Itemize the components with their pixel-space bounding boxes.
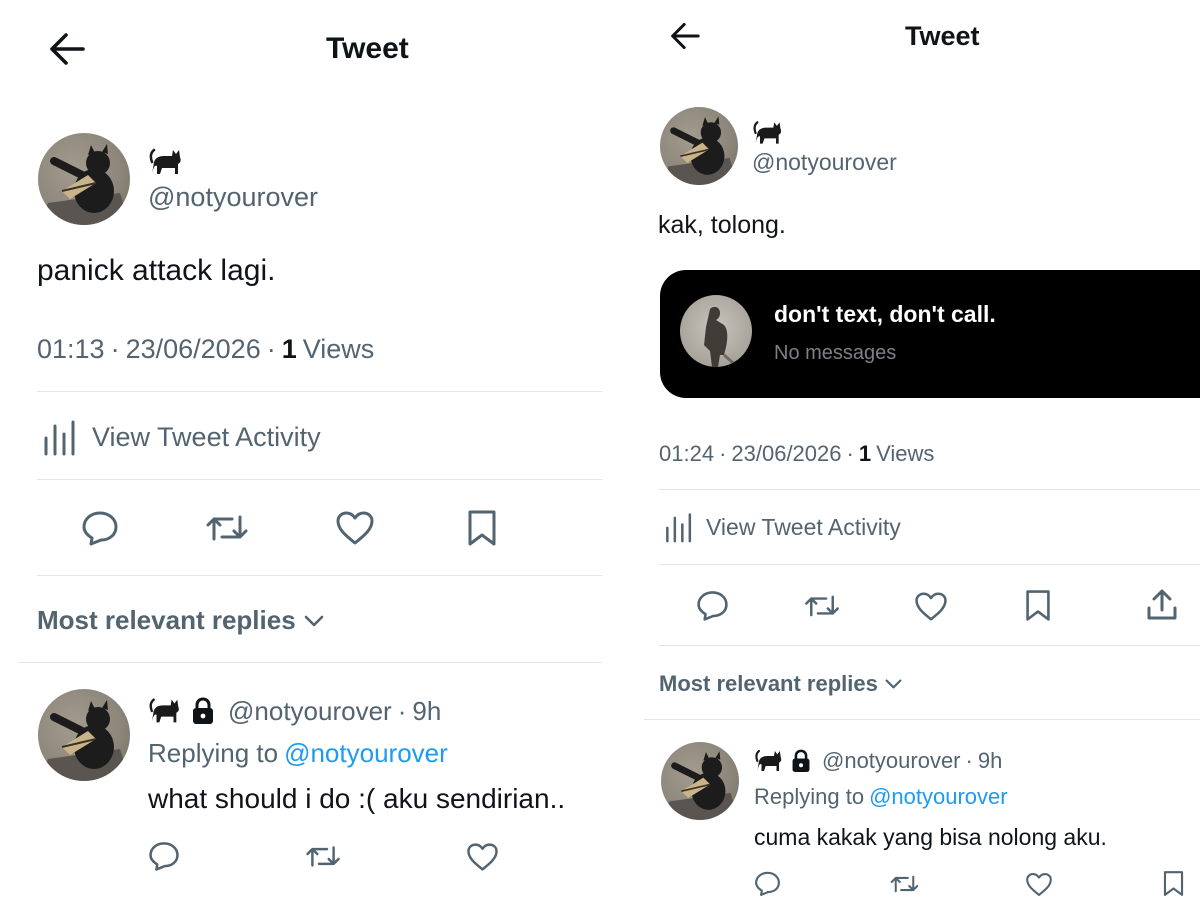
reply-header: @notyourover · 9h (148, 694, 441, 728)
replying-to: Replying to @notyourover (148, 738, 448, 769)
bookmark-icon[interactable] (1162, 870, 1185, 897)
chevron-down-icon (885, 678, 902, 690)
tweet-text: panick attack lagi. (37, 254, 276, 287)
like-icon[interactable] (914, 591, 948, 622)
like-icon[interactable] (335, 510, 375, 546)
chevron-down-icon (304, 614, 324, 628)
reply-time[interactable]: 9h (412, 696, 441, 727)
retweet-icon[interactable] (304, 841, 342, 872)
author-handle[interactable]: @notyourover (148, 182, 318, 213)
replies-sort-dropdown[interactable]: Most relevant replies (37, 605, 324, 636)
retweet-icon[interactable] (889, 871, 920, 897)
retweet-icon[interactable] (204, 509, 250, 547)
replies-sort-label: Most relevant replies (37, 605, 296, 635)
view-tweet-activity[interactable]: View Tweet Activity (42, 418, 321, 456)
view-tweet-activity-label: View Tweet Activity (706, 513, 901, 540)
like-icon[interactable] (1025, 872, 1053, 897)
meta-separator: · (965, 748, 973, 773)
cat-emoji-icon (753, 121, 782, 144)
header-title: Tweet (326, 32, 409, 65)
reply-handle[interactable]: @notyourover (822, 748, 961, 774)
like-icon[interactable] (466, 842, 499, 872)
reply-icon[interactable] (148, 840, 180, 872)
reply-handle[interactable]: @notyourover (228, 696, 392, 727)
dm-card-subtitle: No messages (774, 342, 897, 364)
replying-to-label: Replying to (148, 738, 279, 768)
replying-to-handle[interactable]: @notyourover (869, 784, 1008, 810)
divider (659, 645, 1200, 646)
divider (644, 719, 1200, 720)
view-tweet-activity[interactable]: View Tweet Activity (664, 511, 901, 543)
retweet-icon[interactable] (803, 590, 841, 622)
cat-emoji-icon (149, 148, 181, 174)
bar-chart-icon (42, 418, 78, 456)
bookmark-icon[interactable] (1024, 589, 1052, 622)
meta-separator: · (266, 334, 276, 364)
divider (37, 391, 602, 392)
meta-separator: · (397, 695, 407, 726)
tweet-date[interactable]: 23/06/2026 (126, 334, 261, 365)
view-tweet-activity-label: View Tweet Activity (92, 421, 321, 452)
views-count: 1 (281, 334, 297, 364)
replying-to: Replying to @notyourover (754, 784, 1008, 810)
views-count: 1 (858, 441, 872, 466)
replies-sort-label: Most relevant replies (659, 671, 878, 696)
bar-chart-icon (664, 511, 694, 543)
reply-icon[interactable] (754, 870, 781, 897)
lock-icon (190, 696, 216, 726)
avatar[interactable] (38, 133, 130, 225)
dm-card-avatar (680, 295, 752, 367)
author-handle[interactable]: @notyourover (752, 149, 897, 176)
views-label: Views (876, 441, 935, 466)
meta-separator: · (110, 334, 120, 364)
tweet-text: kak, tolong. (658, 211, 786, 239)
tweet-meta: 01:24 · 23/06/2026 · 1 Views (659, 441, 934, 467)
reply-header: @notyourover · 9h (754, 746, 1002, 776)
divider (659, 564, 1200, 565)
left-tweet-screen: Tweet @notyourover panick attack lagi. 0… (0, 0, 620, 900)
avatar[interactable] (660, 107, 738, 185)
replying-to-handle[interactable]: @notyourover (284, 738, 448, 769)
replying-to-label: Replying to (754, 784, 865, 809)
reply-avatar[interactable] (38, 689, 130, 781)
meta-separator: · (719, 441, 727, 466)
tweet-meta: 01:13 · 23/06/2026 · 1 Views (37, 334, 374, 365)
author-name-emoji (148, 144, 184, 185)
cat-emoji-icon (148, 694, 182, 728)
lock-icon (790, 748, 812, 774)
dm-card[interactable]: don't text, don't call. No messages (660, 270, 1200, 398)
divider (37, 479, 602, 480)
meta-separator: · (846, 441, 854, 466)
reply-avatar[interactable] (661, 742, 739, 820)
reply-icon[interactable] (696, 589, 729, 622)
reply-text: what should i do :( aku sendirian.. (148, 783, 566, 814)
divider (659, 489, 1200, 490)
cat-emoji-icon (754, 746, 784, 776)
header-title: Tweet (905, 21, 980, 51)
tweet-time[interactable]: 01:24 (659, 441, 714, 467)
right-tweet-screen: Tweet @notyourover kak, tolong. don't te… (640, 0, 1200, 900)
reply-icon[interactable] (81, 509, 119, 547)
divider (18, 662, 602, 663)
tweet-time[interactable]: 01:13 (37, 334, 105, 365)
back-arrow-icon[interactable] (48, 32, 86, 66)
reply-time[interactable]: 9h (978, 748, 1002, 774)
views-label: Views (302, 334, 375, 364)
share-icon[interactable] (1145, 588, 1179, 622)
tweet-date[interactable]: 23/06/2026 (731, 441, 841, 467)
replies-sort-dropdown[interactable]: Most relevant replies (659, 671, 902, 697)
bookmark-icon[interactable] (466, 509, 498, 547)
divider (37, 575, 602, 576)
dm-card-title: don't text, don't call. (774, 301, 996, 327)
reply-text: cuma kakak yang bisa nolong aku. (754, 824, 1107, 850)
back-arrow-icon[interactable] (668, 22, 702, 50)
